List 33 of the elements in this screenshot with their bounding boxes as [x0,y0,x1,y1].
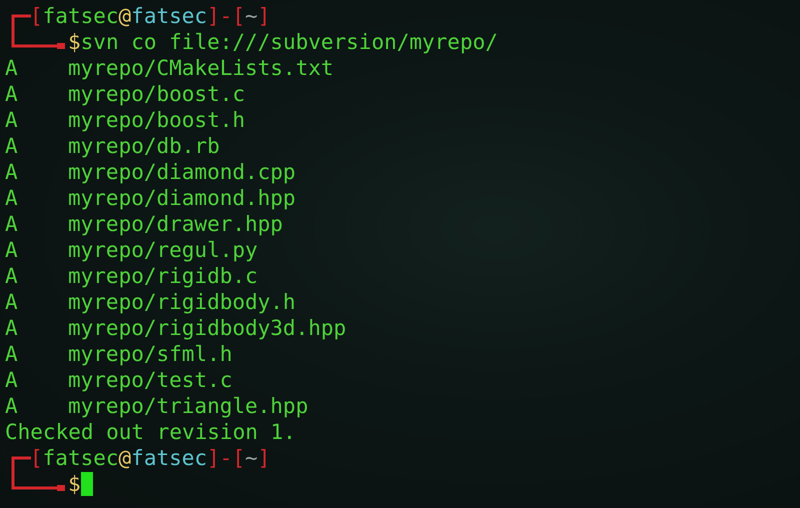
status-label: A [5,185,19,211]
status-label: A [5,81,19,107]
prompt-line: [fatsec@fatsec]-[~] [30,4,270,28]
file-path: myrepo/diamond.hpp [68,185,296,211]
status-label: A [5,263,19,289]
file-path: myrepo/rigidbody3d.hpp [68,315,346,341]
status-label: A [5,159,19,185]
prompt-line: [fatsec@fatsec]-[~] [30,446,270,470]
file-path: myrepo/CMakeLists.txt [68,55,334,81]
status-label: A [5,341,19,367]
status-label: A [5,107,19,133]
file-path: myrepo/drawer.hpp [68,211,283,237]
prompt-sign: $ [68,471,81,497]
file-path: myrepo/triangle.hpp [68,393,308,419]
file-path: myrepo/diamond.cpp [68,159,296,185]
file-path: myrepo/regul.py [68,237,258,263]
status-label: A [5,393,19,419]
file-path: myrepo/test.c [68,367,232,393]
status-label: A [5,315,19,341]
status-label: A [5,367,19,393]
file-path: myrepo/sfml.h [68,341,232,367]
command-line: $svn co file:///subversion/myrepo/ [68,29,498,55]
file-path: myrepo/boost.h [68,107,246,133]
status-label: A [5,211,19,237]
file-path: myrepo/boost.c [68,81,246,107]
output-message: Checked out revision 1. [5,419,296,445]
status-label: A [5,237,19,263]
file-path: myrepo/rigidbody.h [68,289,296,315]
status-label: A [5,133,19,159]
file-path: myrepo/rigidb.c [68,263,258,289]
status-label: A [5,55,19,81]
file-path: myrepo/db.rb [68,133,220,159]
status-label: A [5,289,19,315]
